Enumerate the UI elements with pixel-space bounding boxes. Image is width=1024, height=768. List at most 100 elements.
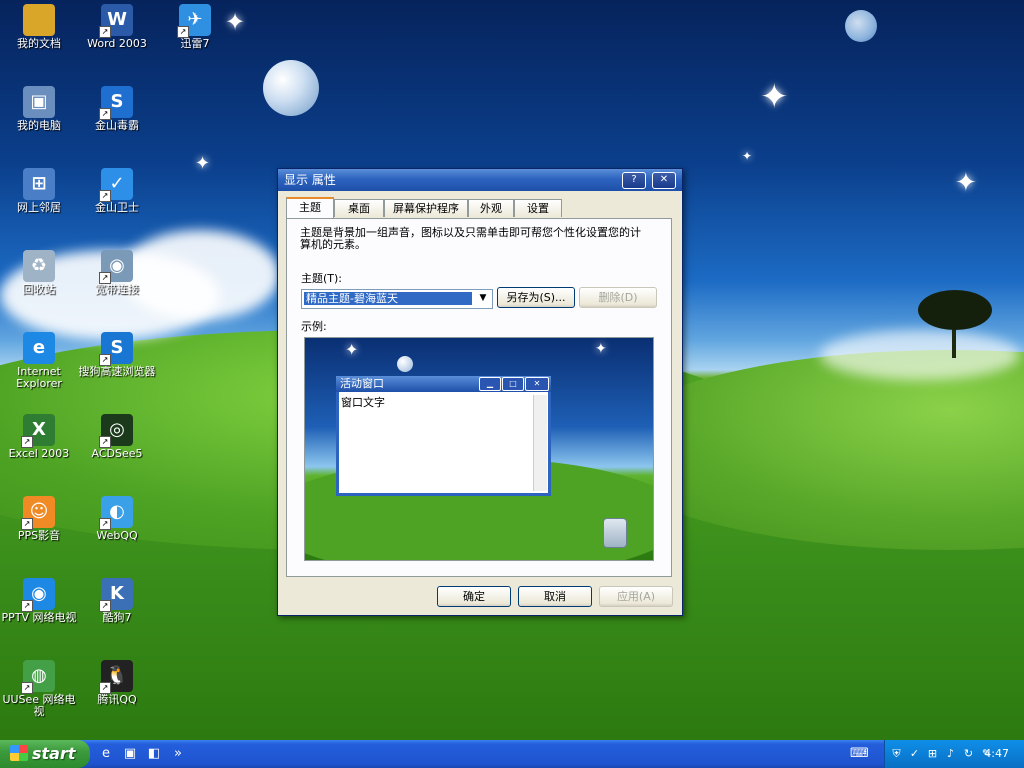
desktop-icon[interactable]: 🐧 ↗ 腾讯QQ [78, 660, 156, 706]
broadband-connection-icon: ◉ ↗ [99, 250, 133, 284]
tab-themes[interactable]: 主题 [286, 197, 334, 219]
apply-button[interactable]: 应用(A) [599, 586, 673, 607]
shield-icon[interactable]: ⛨ [889, 746, 904, 761]
recycle-bin-icon: ♻ [23, 250, 55, 282]
desktop-icon-label: 金山毒霸 [95, 119, 139, 132]
webqq-icon: ◐ ↗ [99, 496, 133, 530]
preview-scrollbar [533, 395, 547, 491]
close-button[interactable]: ✕ [652, 172, 676, 189]
theme-select[interactable]: 精品主题-碧海蓝天 ▼ [301, 289, 493, 309]
start-button[interactable]: start [0, 740, 90, 768]
desktop-icon[interactable]: ⊞ 网上邻居 [0, 168, 78, 214]
desktop-icon-label: WebQQ [96, 529, 138, 542]
desktop-icon[interactable]: ☺ ↗ PPS影音 [0, 496, 78, 542]
desktop-icon-label: 我的文档 [17, 37, 61, 50]
thunder-bird-icon: ✈ ↗ [177, 4, 211, 38]
desktop-icon[interactable]: ◐ ↗ WebQQ [78, 496, 156, 542]
desktop-icon-label: 搜狗高速浏览器 [78, 365, 156, 378]
dialog-title: 显示 属性 [284, 173, 336, 187]
pps-player-icon: ☺ ↗ [21, 496, 55, 530]
desktop-icon[interactable]: e Internet Explorer [0, 332, 78, 390]
desktop-icon-label: 我的电脑 [17, 119, 61, 132]
keyboard-icon[interactable]: ⌨ [850, 746, 869, 762]
preview-star: ✦ [595, 341, 607, 357]
preview-active-window: 活动窗口 ▁ □ ✕ 窗口文字 [336, 376, 551, 496]
shortcut-arrow-icon: ↗ [99, 600, 111, 612]
wallpaper-moon [845, 10, 877, 42]
theme-label: 主题(T): [301, 272, 343, 285]
desktop-icon-label: 迅雷7 [180, 37, 210, 50]
wallpaper-tree [918, 290, 992, 330]
ie-icon[interactable]: e [98, 746, 114, 762]
shortcut-arrow-icon: ↗ [99, 108, 111, 120]
clock[interactable]: 4:47 [984, 740, 1009, 768]
icon-glyph: ♻ [30, 255, 48, 276]
acdsee-eye-icon: ◎ ↗ [99, 414, 133, 448]
desktop-icon[interactable]: K ↗ 酷狗7 [78, 578, 156, 624]
update-icon[interactable]: ↻ [961, 746, 976, 761]
desktop-icon-label: Internet Explorer [16, 365, 62, 390]
guard-icon[interactable]: ✓ [907, 746, 922, 761]
delete-button[interactable]: 删除(D) [579, 287, 657, 308]
shortcut-arrow-icon: ↗ [21, 518, 33, 530]
desktop-icon-label: Word 2003 [87, 37, 147, 50]
desktop-icon-label: 腾讯QQ [97, 693, 137, 706]
preview-window-title: 活动窗口 [340, 377, 384, 390]
preview-window-titlebar: 活动窗口 ▁ □ ✕ [336, 376, 551, 392]
network-icon[interactable]: ⊞ [925, 746, 940, 761]
theme-description: 主题是背景加一组声音，图标以及只需单击即可帮您个性化设置您的计算机的元素。 [300, 226, 641, 251]
tab-desktop[interactable]: 桌面 [334, 199, 384, 217]
save-as-button[interactable]: 另存为(S)... [497, 287, 575, 308]
tab-appearance[interactable]: 外观 [468, 199, 514, 217]
themes-panel: 主题是背景加一组声音，图标以及只需单击即可帮您个性化设置您的计算机的元素。 主题… [286, 218, 672, 577]
desktop-icon[interactable]: ✈ ↗ 迅雷7 [156, 4, 234, 50]
desktop-icon-label: 网上邻居 [17, 201, 61, 214]
desktop-icon[interactable]: X ↗ Excel 2003 [0, 414, 78, 460]
desktop-icon[interactable]: ◉ ↗ 宽带连接 [78, 250, 156, 296]
network-places-icon: ⊞ [23, 168, 55, 200]
desktop-icon[interactable]: ♻ 回收站 [0, 250, 78, 296]
shortcut-arrow-icon: ↗ [99, 190, 111, 202]
desktop-icon-label: PPTV 网络电视 [1, 611, 77, 624]
wallpaper-star: ✦ [955, 168, 977, 198]
shortcut-arrow-icon: ↗ [99, 354, 111, 366]
desktop-icon[interactable]: ◎ ↗ ACDSee5 [78, 414, 156, 460]
sogou-browser-icon: S ↗ [99, 332, 133, 366]
desktop-icon[interactable]: ✓ ↗ 金山卫士 [78, 168, 156, 214]
preview-planet [397, 356, 413, 372]
desktop-icon[interactable]: ◉ ↗ PPTV 网络电视 [0, 578, 78, 624]
wallpaper-star: ✦ [760, 77, 789, 117]
desktop-icon[interactable]: S ↗ 搜狗高速浏览器 [78, 332, 156, 378]
start-label: start [32, 744, 76, 763]
theme-preview: ✦ ✦ 活动窗口 ▁ □ ✕ 窗口文字 [304, 337, 654, 561]
desktop-icon-label: 金山卫士 [95, 201, 139, 214]
tab-screensaver[interactable]: 屏幕保护程序 [384, 199, 468, 217]
shortcut-arrow-icon: ↗ [99, 682, 111, 694]
preview-recycle-bin-icon [603, 518, 627, 548]
wallpaper-planet [263, 60, 319, 116]
kingsoft-antivirus-icon: S ↗ [99, 86, 133, 120]
ok-button[interactable]: 确定 [437, 586, 511, 607]
explorer-icon[interactable]: ◧ [146, 746, 162, 762]
word-icon: W ↗ [99, 4, 133, 38]
kugou-icon: K ↗ [99, 578, 133, 612]
kingsoft-guard-icon: ✓ ↗ [99, 168, 133, 202]
chevron-down-icon[interactable]: ▼ [475, 291, 491, 306]
desktop-icon[interactable]: 我的文档 [0, 4, 78, 50]
desktop-icon[interactable]: W ↗ Word 2003 [78, 4, 156, 50]
theme-select-value: 精品主题-碧海蓝天 [304, 292, 472, 305]
dialog-titlebar[interactable]: 显示 属性 ? ✕ [278, 169, 682, 191]
desktop-icon-label: Excel 2003 [8, 447, 70, 460]
help-button[interactable]: ? [622, 172, 646, 189]
desktop-icon-label: ACDSee5 [91, 447, 143, 460]
shortcut-arrow-icon: ↗ [21, 682, 33, 694]
desktop-icon[interactable]: ▣ 我的电脑 [0, 86, 78, 132]
show-desktop-icon[interactable]: ▣ [122, 746, 138, 762]
sound-icon[interactable]: ♪ [943, 746, 958, 761]
desktop-icon[interactable]: S ↗ 金山毒霸 [78, 86, 156, 132]
cancel-button[interactable]: 取消 [518, 586, 592, 607]
quick-launch-chevron-icon[interactable]: » [170, 746, 186, 762]
desktop-icon[interactable]: ◍ ↗ UUSee 网络电视 [0, 660, 78, 718]
tab-settings[interactable]: 设置 [514, 199, 562, 217]
icon-glyph: ⊞ [31, 173, 47, 194]
